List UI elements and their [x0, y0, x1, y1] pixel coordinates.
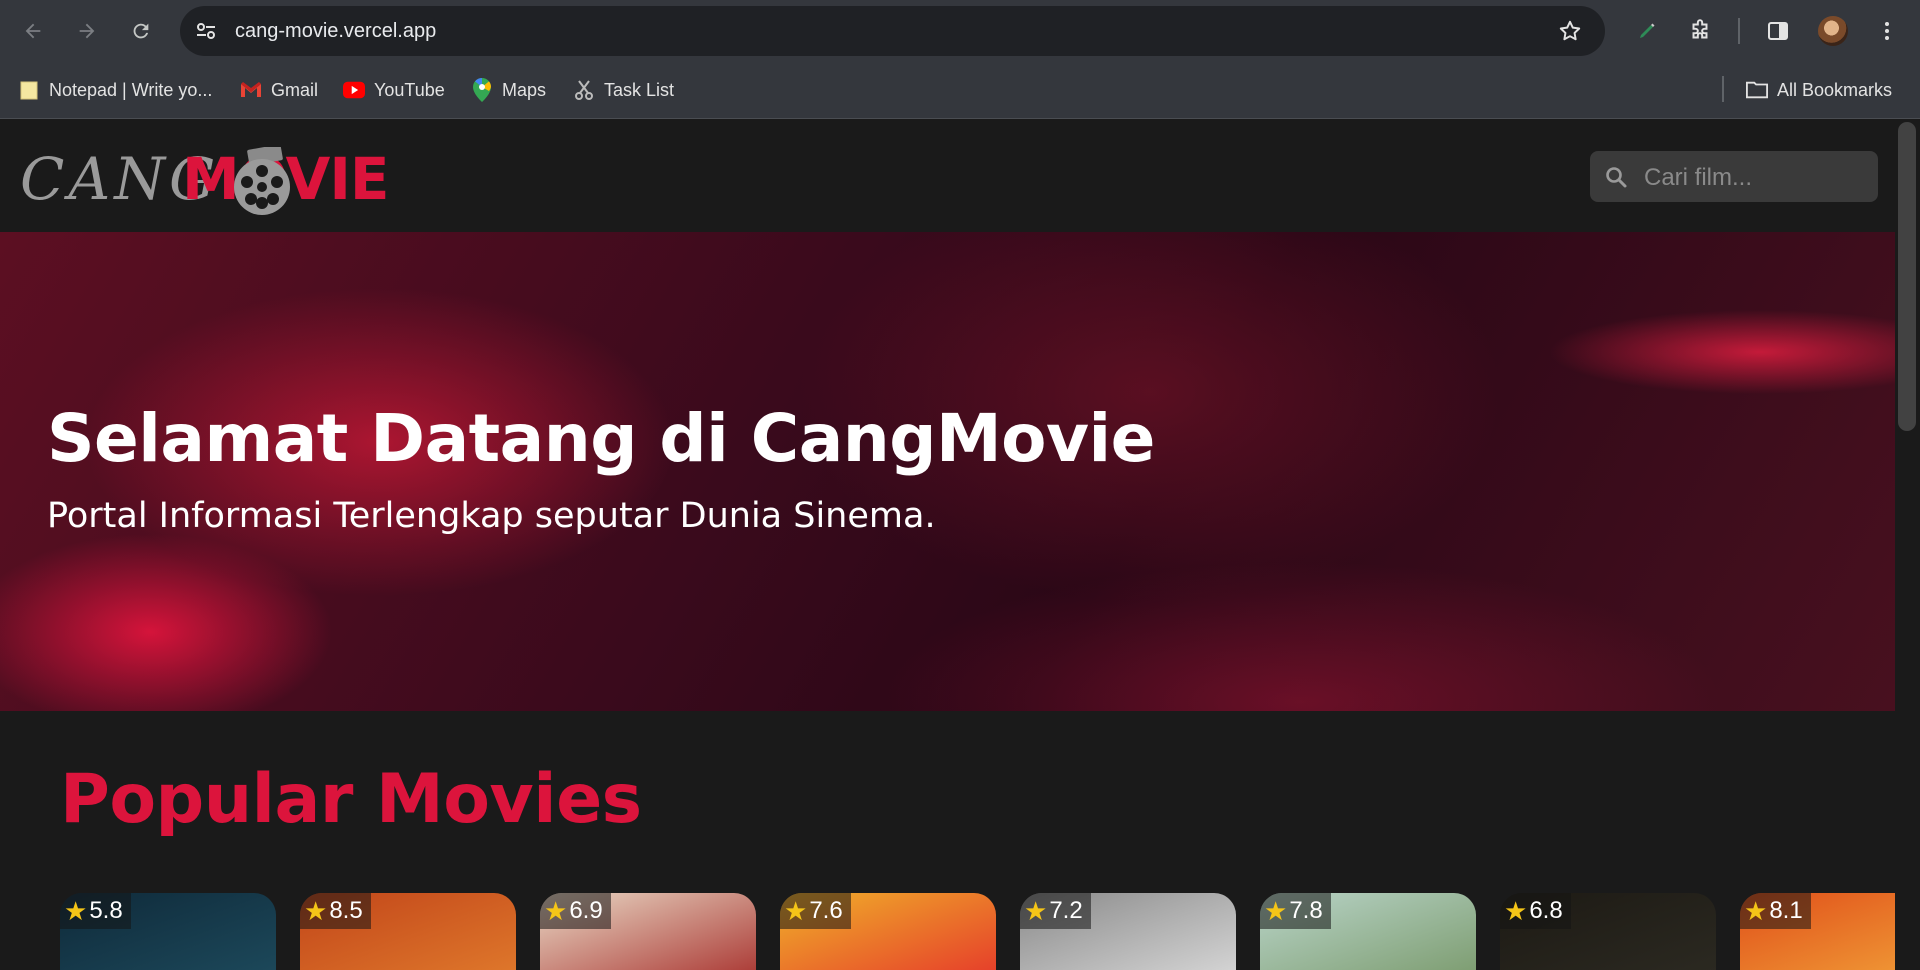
star-icon: ★: [64, 895, 88, 926]
scrollbar-thumb[interactable]: [1898, 122, 1916, 431]
star-icon: ★: [304, 895, 328, 926]
rating-value: 7.2: [1049, 897, 1083, 924]
page-viewport: CANG MOVIE Selamat Datang di CangMovie P…: [0, 119, 1895, 970]
film-reel-icon: [234, 147, 290, 215]
movie-card[interactable]: ★ 7.6: [780, 893, 996, 970]
back-button[interactable]: [16, 14, 50, 48]
site-info-icon[interactable]: [194, 19, 218, 43]
rating-value: 5.8: [89, 897, 123, 924]
rating-value: 7.6: [809, 897, 843, 924]
star-icon: ★: [1744, 895, 1768, 926]
forward-arrow-icon: [79, 23, 95, 39]
rating-value: 8.1: [1769, 897, 1803, 924]
hero-banner: Selamat Datang di CangMovie Portal Infor…: [0, 232, 1895, 711]
movie-card[interactable]: ★ 8.5: [300, 893, 516, 970]
hero-title: Selamat Datang di CangMovie: [47, 400, 1155, 477]
profile-avatar[interactable]: [1818, 16, 1848, 46]
extensions-puzzle-icon[interactable]: [1685, 16, 1715, 46]
site-header: CANG MOVIE: [0, 119, 1895, 232]
film-search-box[interactable]: [1590, 151, 1878, 204]
search-icon: [1606, 167, 1627, 188]
extension-pen-icon[interactable]: [1632, 16, 1662, 46]
movie-card[interactable]: ★ 5.8: [60, 893, 276, 970]
address-bar[interactable]: cang-movie.vercel.app: [180, 6, 1605, 56]
hero-subtitle: Portal Informasi Terlengkap seputar Duni…: [47, 496, 936, 536]
star-icon: ★: [1504, 895, 1528, 926]
bookmark-label: Task List: [604, 79, 675, 100]
search-input[interactable]: [1642, 151, 1866, 204]
movie-card[interactable]: ★ 7.2: [1020, 893, 1236, 970]
toolbar-divider: [1738, 18, 1740, 44]
rating-value: 6.9: [569, 897, 603, 924]
bookmarks-divider: [1722, 76, 1724, 102]
bookmark-label: Notepad | Write yo...: [49, 79, 213, 100]
reload-icon: [133, 23, 149, 39]
menu-kebab-icon[interactable]: [1872, 16, 1902, 46]
cangmovie-logo[interactable]: CANG MOVIE: [20, 137, 390, 215]
rating-badge: ★ 7.2: [1020, 893, 1091, 929]
star-icon: ★: [1264, 895, 1288, 926]
rating-badge: ★ 8.5: [300, 893, 371, 929]
star-icon: ★: [544, 895, 568, 926]
task-list-icon: [573, 79, 595, 101]
rating-badge: ★ 5.8: [60, 893, 131, 929]
bookmark-label: Gmail: [271, 79, 319, 100]
movie-card[interactable]: ★ 6.8: [1500, 893, 1716, 970]
rating-badge: ★ 7.6: [780, 893, 851, 929]
all-bookmarks-button[interactable]: All Bookmarks: [1746, 76, 1892, 104]
movie-card[interactable]: ★ 8.1: [1740, 893, 1895, 970]
back-arrow-icon: [25, 23, 41, 39]
bookmark-maps[interactable]: Maps: [471, 76, 546, 104]
gmail-icon: [240, 79, 262, 101]
rating-badge: ★ 8.1: [1740, 893, 1811, 929]
rating-badge: ★ 7.8: [1260, 893, 1331, 929]
movie-card[interactable]: ★ 6.9: [540, 893, 756, 970]
url-text[interactable]: cang-movie.vercel.app: [235, 20, 436, 43]
rating-value: 8.5: [329, 897, 363, 924]
bookmark-youtube[interactable]: YouTube: [343, 76, 445, 104]
rating-value: 6.8: [1529, 897, 1563, 924]
youtube-icon: [343, 79, 365, 101]
notepad-icon: [18, 79, 40, 101]
all-bookmarks-label: All Bookmarks: [1777, 79, 1893, 100]
bookmark-gmail[interactable]: Gmail: [240, 76, 318, 104]
bookmark-label: Maps: [502, 79, 547, 100]
rating-value: 7.8: [1289, 897, 1323, 924]
reload-button[interactable]: [124, 14, 158, 48]
forward-button[interactable]: [70, 14, 104, 48]
bookmark-notepad[interactable]: Notepad | Write yo...: [18, 76, 212, 104]
browser-toolbar: cang-movie.vercel.app: [0, 0, 1920, 62]
rating-badge: ★ 6.9: [540, 893, 611, 929]
star-icon: ★: [1024, 895, 1048, 926]
bookmark-task-list[interactable]: Task List: [573, 76, 674, 104]
rating-badge: ★ 6.8: [1500, 893, 1571, 929]
folder-icon: [1746, 79, 1768, 101]
bookmark-label: YouTube: [374, 79, 445, 100]
bookmarks-bar: Notepad | Write yo... Gmail YouTube Maps…: [0, 62, 1920, 119]
popular-movies-heading: Popular Movies: [60, 760, 642, 839]
maps-icon: [471, 78, 493, 102]
star-icon: ★: [784, 895, 808, 926]
movie-card[interactable]: ★ 7.8: [1260, 893, 1476, 970]
side-panel-icon[interactable]: [1763, 16, 1793, 46]
bookmark-star-icon[interactable]: [1557, 18, 1583, 44]
